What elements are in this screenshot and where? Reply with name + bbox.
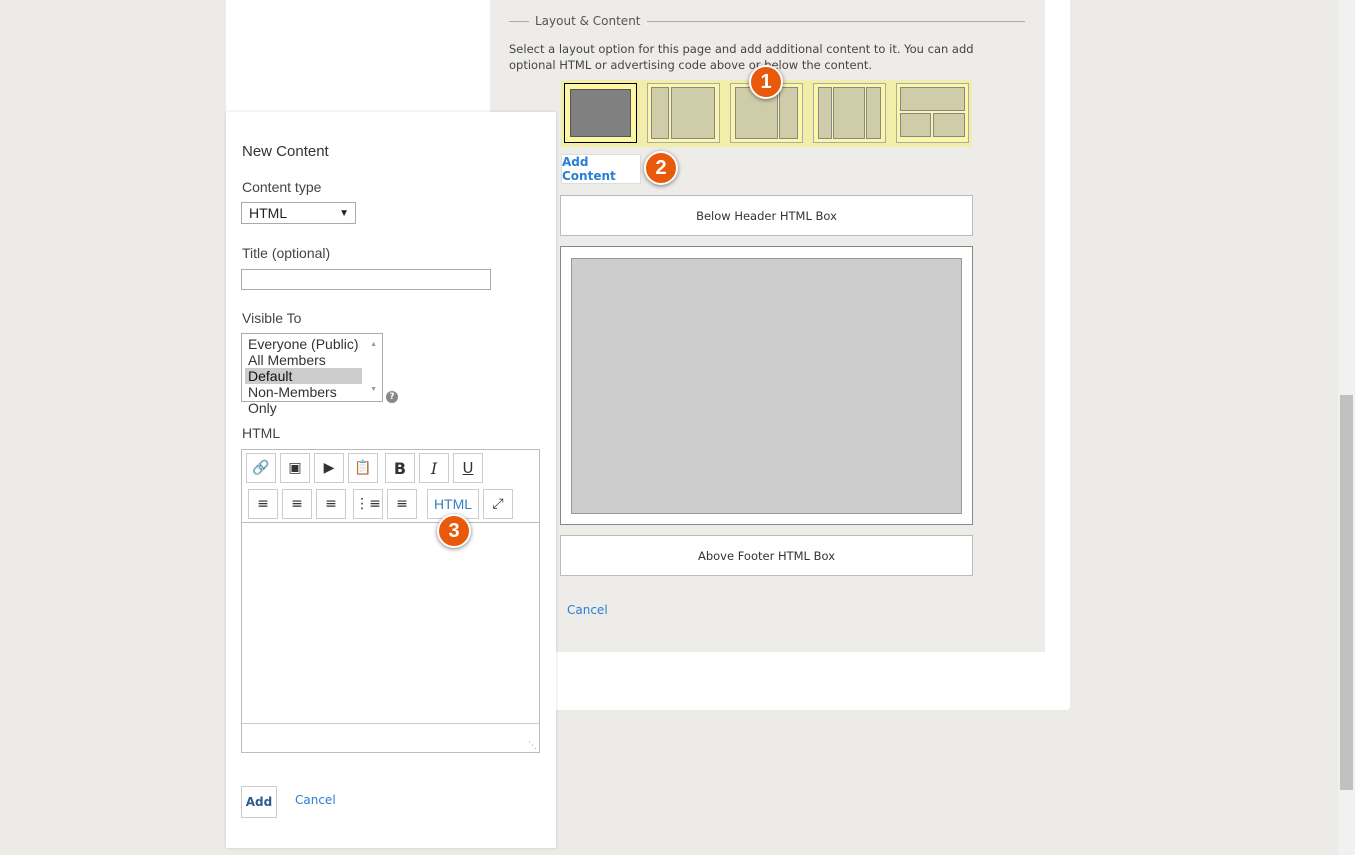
content-type-label: Content type (242, 179, 322, 195)
visible-to-label: Visible To (242, 310, 302, 326)
underline-button[interactable]: U (453, 453, 483, 483)
html-label: HTML (242, 425, 281, 441)
html-editor: 🔗 ▣ ▶ 📋 B I U ≡ ≡ ≡ ⋮≡ ≡ HTML ⤢ ⋱ (241, 449, 540, 753)
content-type-select[interactable]: HTML ▼ (241, 202, 356, 224)
title-input[interactable] (241, 269, 491, 290)
numbered-list-icon[interactable]: ≡ (387, 489, 417, 519)
link-icon[interactable]: 🔗 (246, 453, 276, 483)
visible-option[interactable]: Non-Members Only (245, 384, 362, 416)
below-header-html-box[interactable]: Below Header HTML Box (560, 195, 973, 236)
content-type-value: HTML (249, 205, 288, 221)
image-icon[interactable]: ▣ (280, 453, 310, 483)
scroll-down-icon[interactable]: ▼ (370, 382, 377, 398)
layout-left-sidebar[interactable] (647, 83, 720, 143)
resize-handle-icon[interactable]: ⋱ (528, 741, 537, 751)
section-heading: Layout & Content (509, 13, 1025, 29)
bold-button[interactable]: B (385, 453, 415, 483)
step-badge-1: 1 (749, 65, 783, 99)
title-label: Title (optional) (242, 245, 331, 261)
panel-title: New Content (242, 143, 329, 160)
visible-to-listbox[interactable]: Everyone (Public) All Members Default No… (241, 333, 383, 416)
add-button[interactable]: Add (241, 786, 277, 818)
align-center-icon[interactable]: ≡ (282, 489, 312, 519)
visible-option[interactable]: Everyone (Public) (245, 336, 362, 352)
cancel-link[interactable]: Cancel (567, 603, 608, 617)
scroll-up-icon[interactable]: ▲ (370, 337, 377, 353)
above-footer-html-box[interactable]: Above Footer HTML Box (560, 535, 973, 576)
visible-option[interactable]: All Members (245, 352, 362, 368)
italic-button[interactable]: I (419, 453, 449, 483)
paste-icon[interactable]: 📋 (348, 453, 378, 483)
step-badge-2: 2 (644, 151, 678, 185)
content-area (560, 246, 973, 525)
bullet-list-icon[interactable]: ⋮≡ (353, 489, 383, 519)
chevron-down-icon: ▼ (339, 207, 349, 219)
visible-option-selected[interactable]: Default (245, 368, 362, 384)
layout-three-column[interactable] (813, 83, 886, 143)
content-placeholder (571, 258, 962, 514)
fullscreen-icon[interactable]: ⤢ (483, 489, 513, 519)
align-right-icon[interactable]: ≡ (316, 489, 346, 519)
help-icon[interactable]: ? (386, 391, 398, 403)
layout-header-two-column[interactable] (896, 83, 969, 143)
align-left-icon[interactable]: ≡ (248, 489, 278, 519)
popup-cancel-link[interactable]: Cancel (295, 793, 336, 807)
scrollbar-thumb[interactable] (1340, 395, 1353, 790)
video-icon[interactable]: ▶ (314, 453, 344, 483)
add-content-button[interactable]: Add Content (561, 154, 641, 184)
layout-single-column[interactable] (564, 83, 637, 143)
editor-textarea[interactable] (242, 523, 539, 723)
section-title: Layout & Content (535, 14, 641, 28)
step-badge-3: 3 (437, 514, 471, 548)
